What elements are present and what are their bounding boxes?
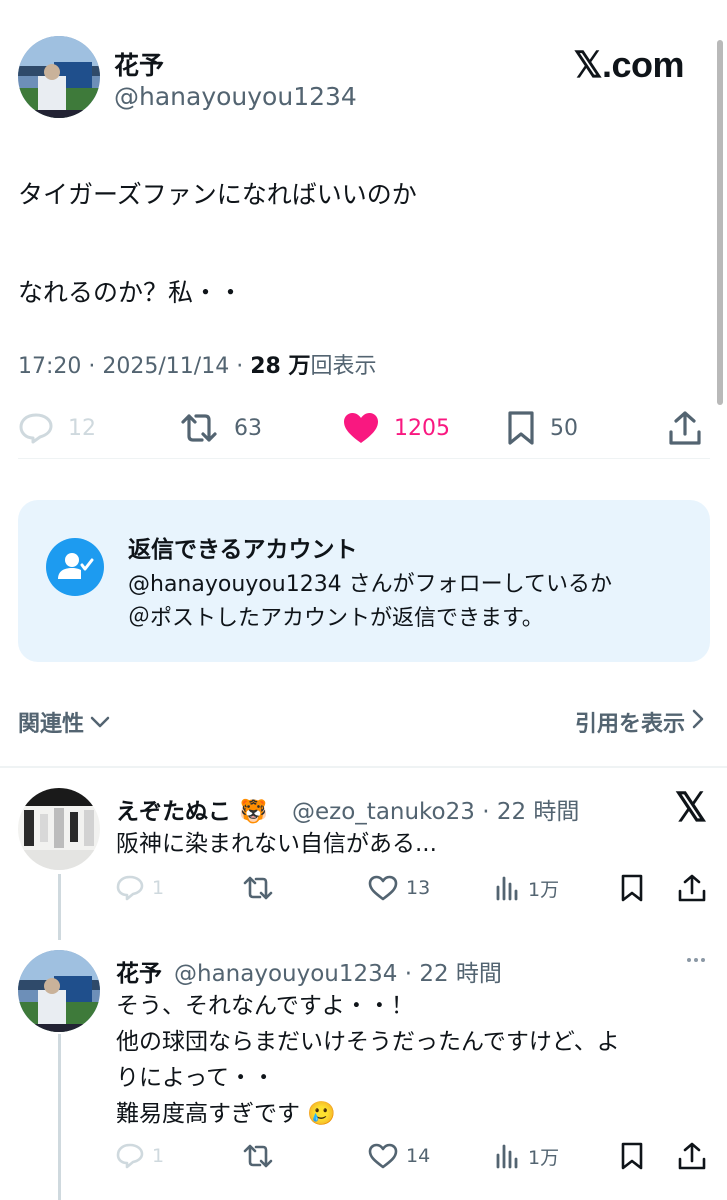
like-count: 1205 (394, 415, 450, 441)
divider (18, 458, 710, 459)
reply-display-name[interactable]: えぞたぬこ 🐯 (116, 792, 268, 826)
reply-icon (18, 412, 54, 444)
reply-text-line: そう、それなんですよ・・！ (116, 993, 414, 1019)
action-bar: 12 63 1205 50 (18, 400, 708, 456)
post-time[interactable]: 17:20 (18, 354, 81, 379)
reply-count: 1 (152, 877, 165, 899)
repost-button[interactable]: 63 (178, 400, 262, 456)
person-check-icon (46, 538, 104, 596)
x-logo-icon: 𝕏.com (573, 44, 684, 85)
sort-relevance-button[interactable]: 関連性 (18, 706, 110, 738)
scrollbar[interactable] (717, 40, 723, 405)
post-text-line: なれるのか？私・・ (18, 278, 244, 307)
reply-action-bar: 1 13 1万 (116, 868, 710, 908)
reply-text: そう、それなんですよ・・！ 他の球団ならまだいけそうだったんですけど、よ りによ… (116, 988, 706, 1132)
heart-icon (342, 411, 380, 445)
view-count: 1万 (528, 1146, 560, 1169)
share-icon (678, 1142, 706, 1170)
reply-handle-time[interactable]: @ezo_tanuko23 · 22 時間 (292, 792, 579, 826)
repost-button[interactable] (242, 1136, 274, 1176)
reply-icon (116, 875, 144, 901)
reply-action-bar: 1 14 1万 (116, 1136, 710, 1176)
bookmark-button[interactable] (620, 868, 644, 908)
divider (0, 766, 727, 768)
post-meta: 17:20 · 2025/11/14 · 28 万回表示 (18, 354, 377, 379)
bookmark-icon (506, 410, 536, 446)
reply-text-line: 他の球団ならまだいけそうだったんですけど、よ (116, 1029, 620, 1055)
quotes-label: 引用を表示 (574, 712, 685, 737)
views-button[interactable]: 1万 (494, 1136, 559, 1176)
reply-count: 12 (68, 415, 96, 441)
repost-count: 63 (234, 415, 262, 441)
post-header: 花予 @hanayouyou1234 𝕏.com (18, 36, 708, 120)
bookmark-icon (620, 874, 644, 902)
bookmark-button[interactable]: 50 (506, 400, 578, 456)
heart-icon (368, 1143, 398, 1169)
repost-button[interactable] (242, 868, 274, 908)
reply-settings-box: 返信できるアカウント @hanayouyou1234 さんがフォローしているか … (18, 500, 710, 662)
repost-icon (242, 1143, 274, 1169)
avatar[interactable] (18, 36, 100, 118)
repost-icon (178, 412, 220, 444)
reply-settings-line: ＠ポストしたアカウントが返信できます。 (128, 606, 544, 631)
views-icon (494, 875, 520, 901)
avatar[interactable] (18, 950, 100, 1032)
share-icon (668, 410, 702, 446)
like-button[interactable]: 1205 (342, 400, 450, 456)
views-icon (494, 1143, 520, 1169)
like-button[interactable]: 13 (368, 868, 430, 908)
chevron-right-icon (691, 708, 705, 736)
avatar[interactable] (18, 788, 100, 870)
share-icon (678, 874, 706, 902)
bookmark-count: 50 (550, 415, 578, 441)
reply-icon (116, 1143, 144, 1169)
reply-button[interactable]: 1 (116, 1136, 164, 1176)
repost-icon (242, 875, 274, 901)
reply-settings-title: 返信できるアカウント (128, 537, 358, 563)
heart-icon (368, 875, 398, 901)
reply-item[interactable]: 花予 @hanayouyou1234 · 22 時間 そう、それなんですよ・・！… (0, 950, 727, 1190)
views-button[interactable]: 1万 (494, 868, 559, 908)
views-count: 28 万 (250, 354, 311, 379)
post-text: タイガーズファンになればいいのか なれるのか？私・・ (18, 170, 698, 317)
view-quotes-button[interactable]: 引用を表示 (575, 706, 705, 738)
views-suffix: 回表示 (310, 354, 377, 379)
reply-text: 阪神に染まれない自信がある... (116, 826, 706, 862)
reply-item[interactable]: えぞたぬこ 🐯 @ezo_tanuko23 · 22 時間 𝕏 阪神に染まれない… (0, 788, 727, 918)
bookmark-button[interactable] (620, 1136, 644, 1176)
share-button[interactable] (678, 868, 706, 908)
more-icon[interactable] (687, 958, 705, 962)
share-button[interactable] (678, 1136, 706, 1176)
reply-settings-line: @hanayouyou1234 さんがフォローしているか (128, 572, 613, 597)
reply-count: 1 (152, 1145, 165, 1167)
reply-button[interactable]: 1 (116, 868, 164, 908)
sort-label: 関連性 (18, 712, 85, 737)
reply-text-line: 難易度高すぎです 🥲 (116, 1101, 336, 1127)
reply-display-name[interactable]: 花予 (116, 954, 162, 988)
like-count: 14 (406, 1145, 431, 1167)
like-count: 13 (406, 877, 431, 899)
reply-text-line: 阪神に染まれない自信がある... (116, 831, 437, 857)
reply-button[interactable]: 12 (18, 400, 96, 456)
post-date[interactable]: 2025/11/14 (102, 354, 229, 379)
view-count: 1万 (528, 878, 560, 901)
display-name[interactable]: 花予 (114, 46, 164, 82)
x-logo-icon: 𝕏 (674, 786, 707, 830)
post-text-line: タイガーズファンになればいいのか (18, 180, 417, 209)
like-button[interactable]: 14 (368, 1136, 430, 1176)
bookmark-icon (620, 1142, 644, 1170)
reply-text-line: りによって・・ (116, 1065, 276, 1091)
handle[interactable]: @hanayouyou1234 (114, 82, 357, 111)
share-button[interactable] (668, 400, 702, 456)
reply-handle-time[interactable]: @hanayouyou1234 · 22 時間 (174, 954, 502, 988)
chevron-down-icon (90, 710, 110, 735)
